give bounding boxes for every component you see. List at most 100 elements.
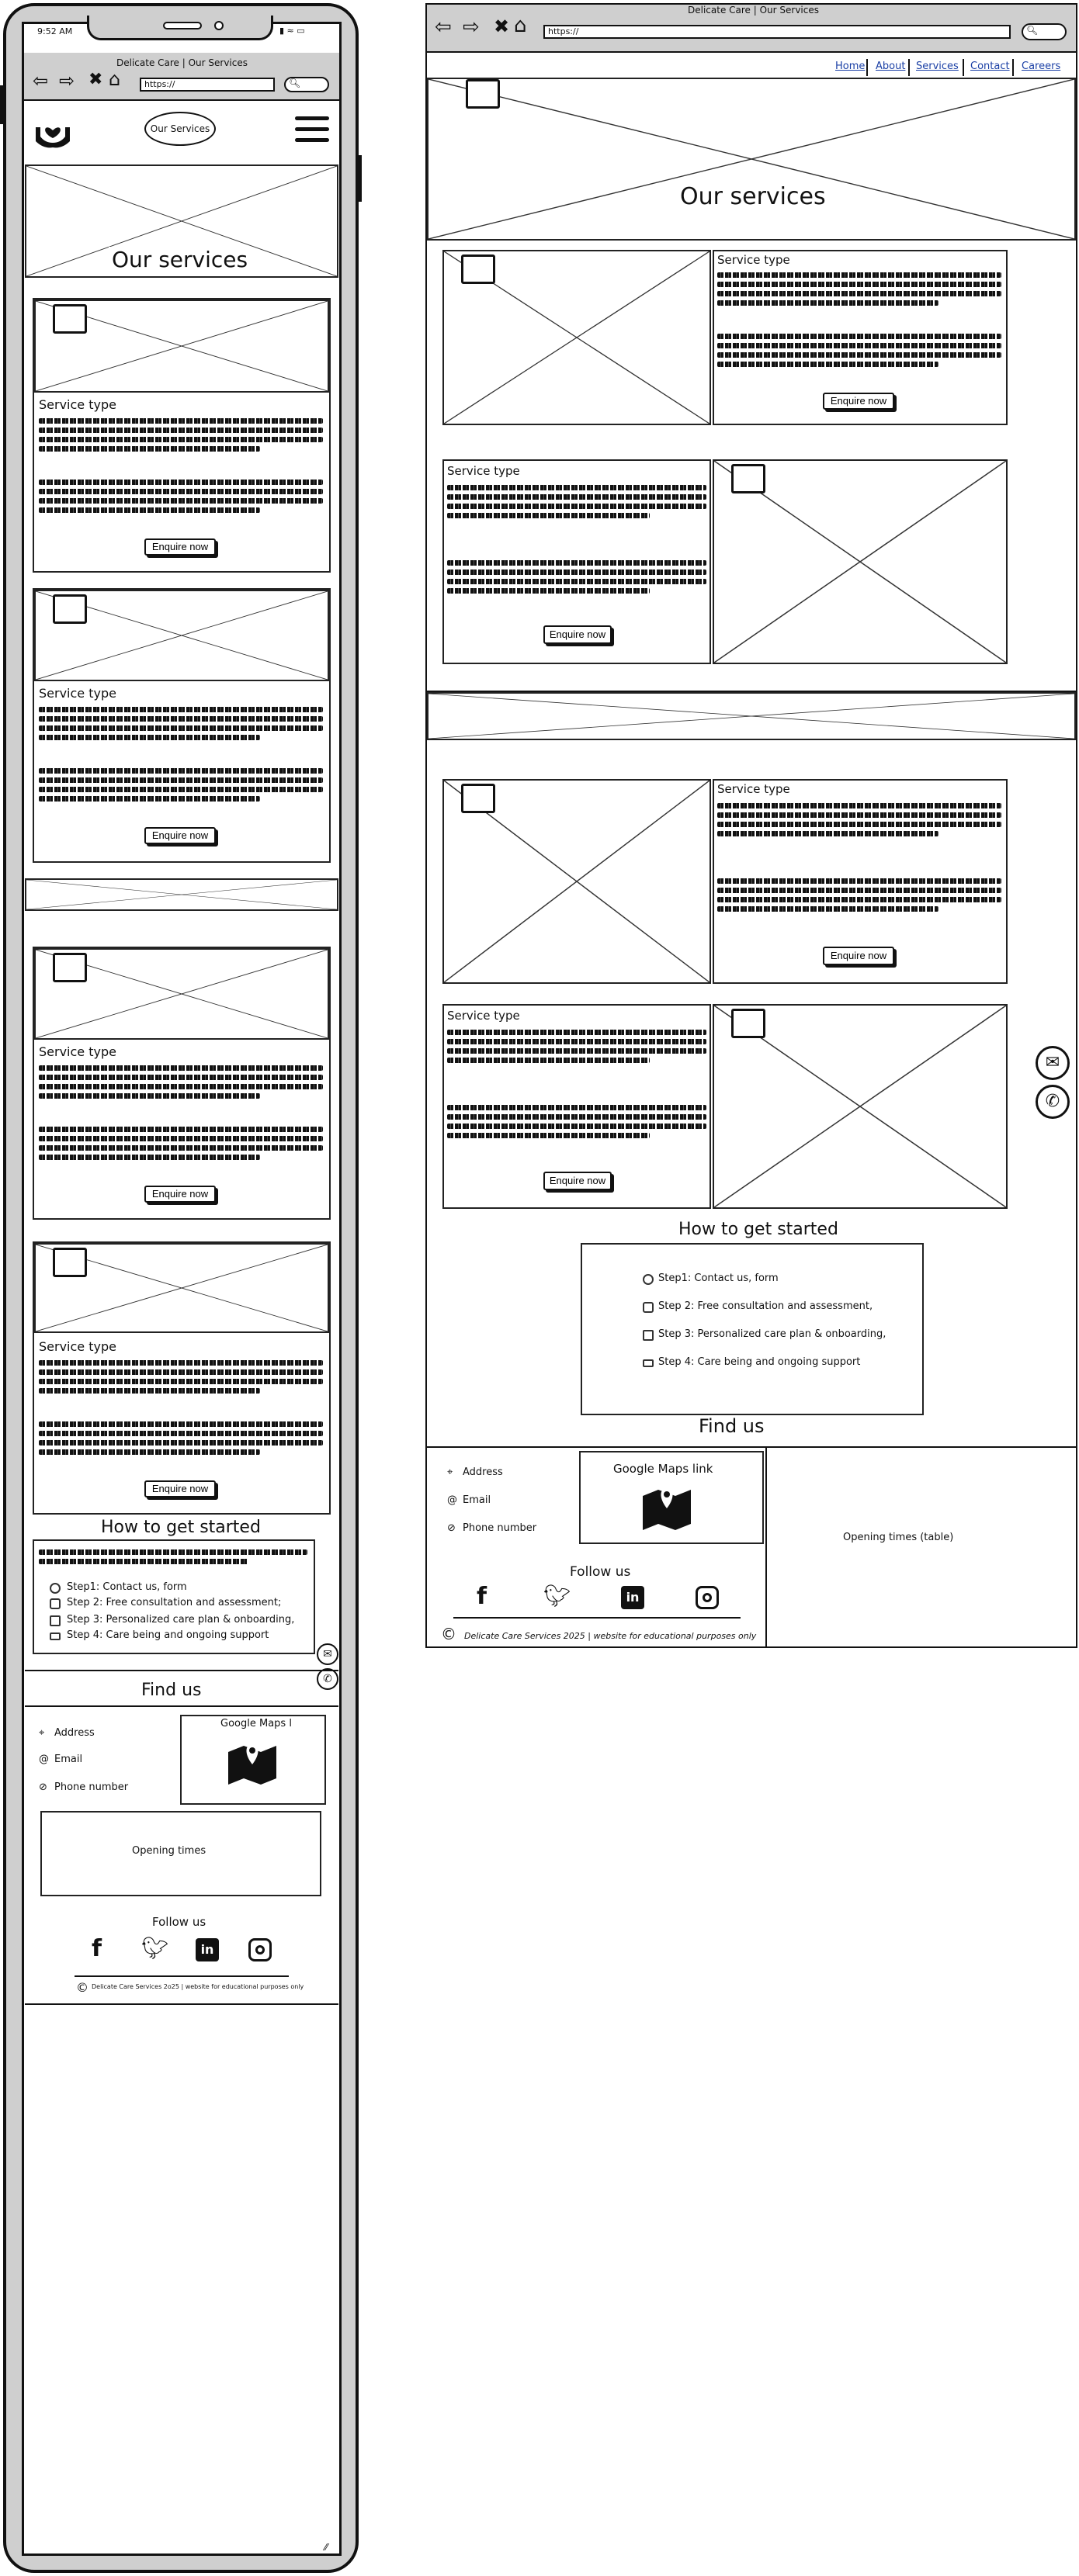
service-image <box>34 299 329 393</box>
nav-about-link[interactable]: About <box>876 61 905 72</box>
nav-our-services-button[interactable]: Our Services <box>144 112 216 146</box>
enquire-now-button[interactable]: Enquire now <box>823 947 894 965</box>
nav-separator <box>1012 59 1014 76</box>
copyright-icon: © <box>441 1625 456 1643</box>
nav-home-link[interactable]: Home <box>835 61 865 72</box>
mobile-find-title: Find us <box>141 1681 202 1700</box>
desktop-address: Address <box>463 1466 503 1478</box>
email-float-button[interactable]: ✉ <box>1036 1046 1070 1080</box>
phone-icon: ⊘ <box>39 1781 47 1793</box>
image-icon <box>461 784 495 813</box>
phone-step-icon <box>643 1274 654 1285</box>
step-text: Step1: Contact us, form <box>658 1272 779 1284</box>
mobile-phone: Phone number <box>54 1781 129 1793</box>
desktop-follow-title: Follow us <box>570 1564 631 1580</box>
mobile-resize-handle[interactable]: ⁄⁄ <box>324 2542 328 2553</box>
linkedin-icon[interactable]: in <box>621 1586 644 1609</box>
nav-separator <box>866 59 868 76</box>
service-image <box>442 250 711 425</box>
enquire-now-button[interactable]: Enquire now <box>823 393 894 410</box>
handshake-step-icon <box>643 1302 654 1313</box>
image-icon <box>53 594 87 624</box>
desktop-copyright: Delicate Care Services 2025 | website fo… <box>464 1631 757 1641</box>
phone-float-button[interactable]: ✆ <box>1036 1085 1070 1119</box>
nav-careers-link[interactable]: Careers <box>1022 61 1060 72</box>
location-icon: ⌖ <box>447 1466 453 1478</box>
at-icon: @ <box>39 1754 49 1765</box>
mobile-how-title: How to get started <box>101 1518 261 1537</box>
image-icon <box>53 304 87 334</box>
service-image <box>34 590 329 681</box>
service-image <box>34 1243 329 1333</box>
image-icon <box>466 79 500 109</box>
enquire-now-button[interactable]: Enquire now <box>144 1186 216 1203</box>
mobile-maps-label: Google Maps l <box>220 1718 292 1729</box>
enquire-now-button[interactable]: Enquire now <box>543 625 612 644</box>
instagram-icon[interactable] <box>248 1938 272 1961</box>
handshake-step-icon <box>50 1598 61 1609</box>
desktop-url-input[interactable]: https:// <box>543 25 1011 39</box>
mobile-url-input[interactable]: https:// <box>140 78 275 92</box>
enquire-now-button[interactable]: Enquire now <box>144 827 216 844</box>
desktop-hero-image <box>427 78 1076 241</box>
map-pin-icon <box>227 1741 278 1785</box>
mobile-search-glyph: 🔍︎ <box>289 78 301 88</box>
service-text <box>447 1026 706 1142</box>
desktop-browser-title: Delicate Care | Our Services <box>688 5 820 16</box>
mobile-close-icon[interactable]: ✖ <box>88 70 102 89</box>
twitter-icon[interactable]: 🐦︎ <box>543 1583 571 1608</box>
logo-hands-heart-icon[interactable] <box>31 113 75 152</box>
enquire-now-button[interactable]: Enquire now <box>144 538 216 556</box>
status-icons: ▮ ≈ ▭ <box>279 26 305 36</box>
desktop-forward-icon[interactable]: ⇨ <box>463 16 480 39</box>
image-icon <box>731 1009 765 1038</box>
service-text <box>39 1061 323 1164</box>
mobile-footer-line <box>75 1975 289 1977</box>
nav-services-link[interactable]: Services <box>916 61 959 72</box>
mobile-banner-image <box>25 878 338 911</box>
service-image <box>34 948 329 1040</box>
map-pin-icon <box>641 1485 692 1530</box>
desktop-maps-label: Google Maps link <box>613 1462 713 1476</box>
mobile-home-icon[interactable]: ⌂ <box>109 68 120 90</box>
image-icon <box>53 953 87 982</box>
phone-icon: ⊘ <box>447 1522 456 1534</box>
document-step-icon <box>643 1330 654 1341</box>
service-title: Service type <box>447 464 520 478</box>
twitter-icon[interactable]: 🐦︎ <box>141 1935 169 1961</box>
facebook-icon[interactable]: f <box>92 1935 102 1962</box>
mobile-email-float-button[interactable]: ✉ <box>317 1643 338 1665</box>
mobile-camera <box>214 21 224 30</box>
desktop-footer-line <box>453 1617 741 1619</box>
mobile-address: Address <box>54 1727 95 1739</box>
facebook-icon[interactable]: f <box>477 1583 487 1610</box>
phone-step-icon <box>50 1583 61 1594</box>
service-image <box>713 1004 1008 1209</box>
document-step-icon <box>50 1615 61 1626</box>
service-text <box>447 481 706 597</box>
image-icon <box>53 1248 87 1277</box>
nav-separator <box>908 59 910 76</box>
mobile-speaker <box>163 22 202 29</box>
linkedin-icon[interactable]: in <box>196 1938 219 1961</box>
enquire-now-button[interactable]: Enquire now <box>543 1172 612 1190</box>
service-title: Service type <box>447 1009 520 1023</box>
step-text: Step 4: Care being and ongoing support <box>658 1356 861 1368</box>
service-title: Service type <box>717 782 790 796</box>
mobile-forward-icon[interactable]: ⇨ <box>59 70 75 92</box>
desktop-email: Email <box>463 1494 491 1506</box>
nav-contact-link[interactable]: Contact <box>970 61 1010 72</box>
desktop-close-icon[interactable]: ✖ <box>494 16 509 37</box>
enquire-now-button[interactable]: Enquire now <box>144 1480 216 1497</box>
hamburger-menu-icon[interactable] <box>295 115 329 146</box>
desktop-how-title: How to get started <box>678 1220 838 1239</box>
service-text <box>39 414 323 517</box>
mobile-back-icon[interactable]: ⇦ <box>33 70 48 92</box>
desktop-back-icon[interactable]: ⇦ <box>435 16 452 39</box>
instagram-icon[interactable] <box>696 1586 719 1609</box>
step-text: Step 2: Free consultation and assessment… <box>67 1597 282 1608</box>
mobile-side-button-right <box>357 155 362 202</box>
service-title: Service type <box>717 253 790 267</box>
desktop-home-icon[interactable]: ⌂ <box>514 14 527 37</box>
mobile-side-button-left <box>0 85 5 124</box>
